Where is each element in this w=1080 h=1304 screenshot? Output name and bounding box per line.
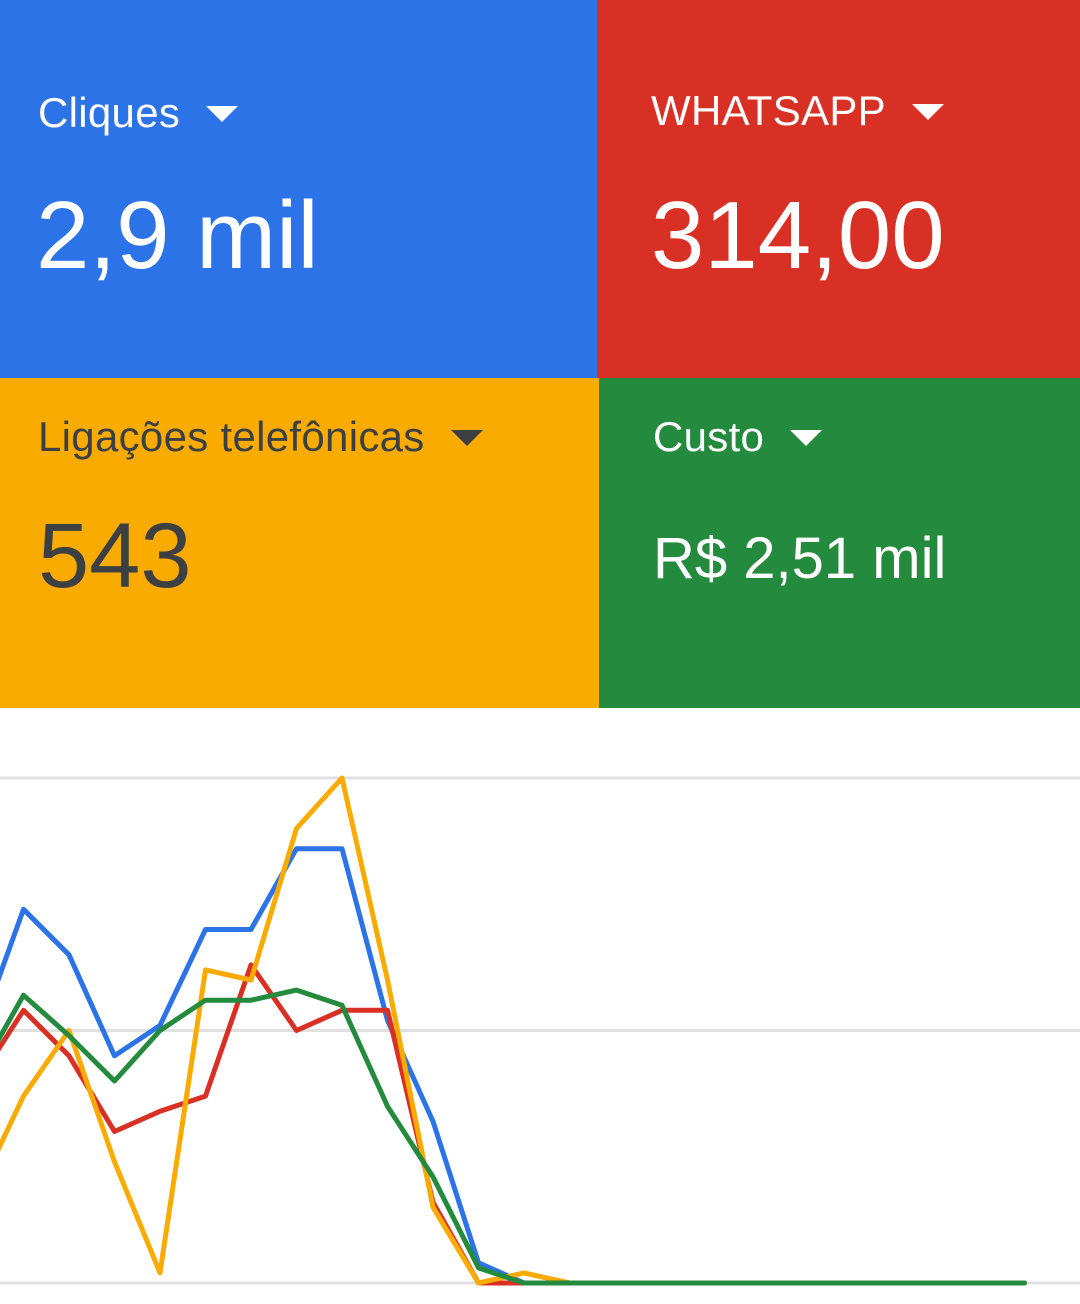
metric-label: Cliques [38, 89, 181, 136]
metric-selector-cost[interactable]: Custo [653, 413, 823, 460]
metric-label: Ligações telefônicas [38, 413, 425, 460]
line-chart [0, 775, 1080, 1286]
metric-label: WHATSAPP [651, 87, 886, 134]
caret-down-icon[interactable] [790, 430, 823, 446]
metric-tile-phone-calls[interactable]: Ligações telefônicas 543 [0, 378, 599, 708]
performance-chart [0, 708, 1080, 1304]
metric-tiles: Cliques 2,9 mil WHATSAPP 314,00 Ligações… [0, 0, 1080, 708]
metric-tile-clicks[interactable]: Cliques 2,9 mil [0, 0, 597, 378]
series-line-1 [0, 846, 1027, 1286]
metric-selector-clicks[interactable]: Cliques [38, 89, 239, 136]
metric-value: R$ 2,51 mil [653, 526, 947, 591]
caret-down-icon[interactable] [911, 104, 944, 120]
series-line-2 [0, 962, 1027, 1286]
metric-value: 543 [38, 505, 192, 607]
metric-selector-phone-calls[interactable]: Ligações telefônicas [38, 416, 483, 458]
metric-label: Custo [653, 413, 765, 460]
metric-value: 2,9 mil [36, 182, 319, 289]
metric-value: 314,00 [651, 182, 945, 289]
series-line-4 [0, 987, 1027, 1286]
metric-tile-cost[interactable]: Custo R$ 2,51 mil [599, 378, 1080, 708]
metric-tile-whatsapp[interactable]: WHATSAPP 314,00 [597, 0, 1080, 378]
metric-selector-whatsapp[interactable]: WHATSAPP [651, 90, 944, 132]
caret-down-icon[interactable] [450, 430, 483, 446]
caret-down-icon[interactable] [206, 106, 239, 122]
